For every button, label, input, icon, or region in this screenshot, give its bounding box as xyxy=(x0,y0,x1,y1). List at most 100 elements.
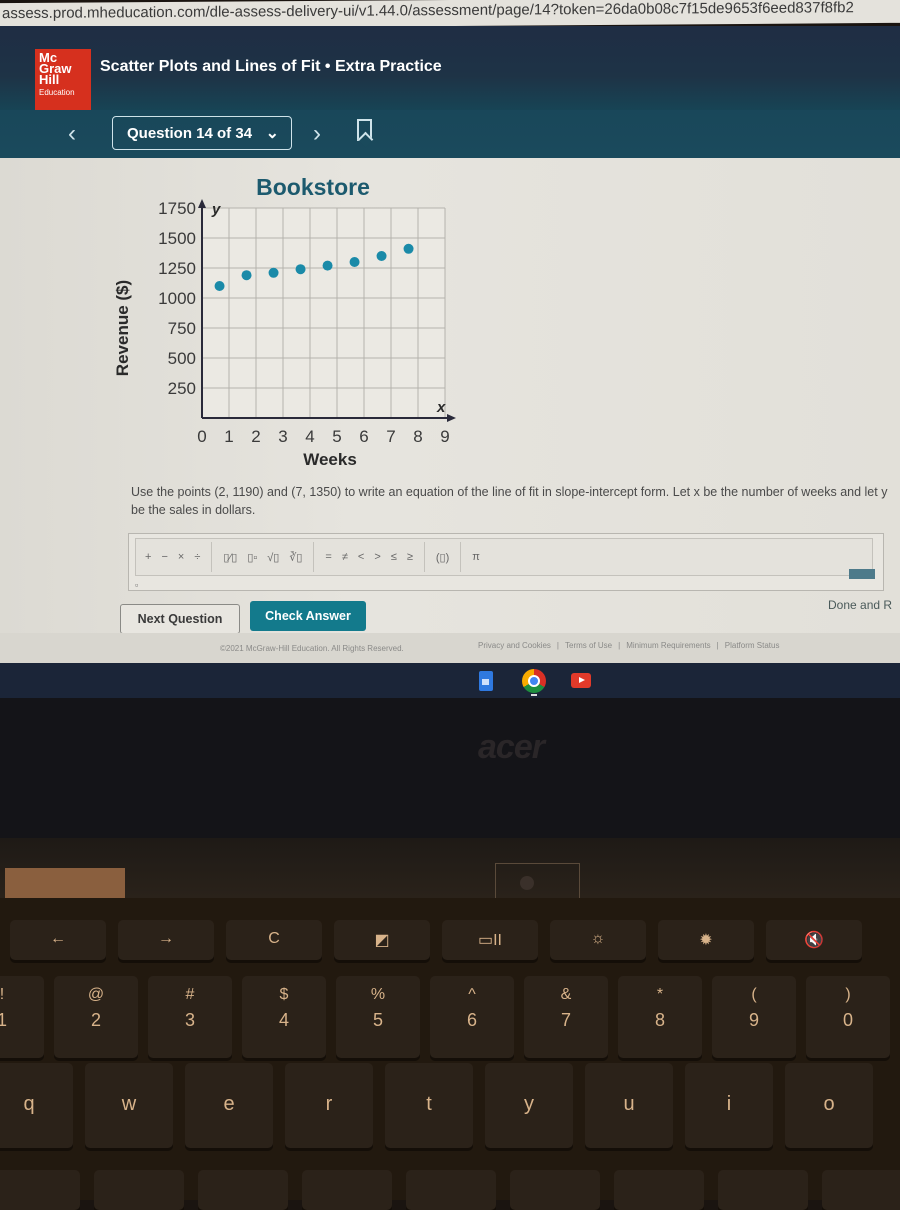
logo-line: Education xyxy=(39,88,75,97)
toolbar-divider xyxy=(460,542,462,572)
bookstore-scatter-chart: Bookstore Revenue ($) Weeks y x 012345678… xyxy=(113,174,456,469)
x-axis-arrow xyxy=(447,414,456,422)
docs-icon[interactable] xyxy=(479,671,493,691)
letter-key[interactable] xyxy=(510,1170,600,1210)
function-key[interactable]: ◩ xyxy=(334,920,430,960)
key-shift-glyph: $ xyxy=(279,986,289,1003)
number-key[interactable]: & 7 xyxy=(524,976,608,1058)
letter-key[interactable] xyxy=(822,1170,900,1210)
math-symbol-button[interactable]: ∛▯ xyxy=(284,551,307,564)
letter-key[interactable]: t xyxy=(385,1063,473,1148)
os-shelf xyxy=(0,663,900,698)
footer-link-privacy[interactable]: Privacy and Cookies xyxy=(478,641,551,650)
x-tick-label: 3 xyxy=(278,427,287,446)
answer-input[interactable]: ▫ xyxy=(135,580,138,590)
key-glyph: ← xyxy=(50,930,66,947)
key-glyph: r xyxy=(325,1093,333,1115)
math-symbol-button[interactable]: ≠ xyxy=(337,551,353,563)
key-shift-glyph: @ xyxy=(87,986,105,1003)
letter-key[interactable]: i xyxy=(685,1063,773,1148)
function-key[interactable]: → xyxy=(118,920,214,960)
number-key[interactable]: $4 xyxy=(242,976,326,1058)
key-shift-glyph: % xyxy=(370,986,386,1003)
letter-key[interactable] xyxy=(302,1170,392,1210)
math-symbol-button[interactable]: = xyxy=(320,551,336,563)
letter-key[interactable] xyxy=(198,1170,288,1210)
letter-key[interactable] xyxy=(718,1170,808,1210)
letter-key[interactable]: w xyxy=(85,1063,173,1148)
letter-key[interactable]: e xyxy=(185,1063,273,1148)
math-symbol-button[interactable]: √▯ xyxy=(262,551,284,564)
math-symbol-button[interactable]: ≤ xyxy=(386,551,402,563)
math-symbol-button[interactable]: > xyxy=(369,551,385,563)
math-symbol-button[interactable]: × xyxy=(173,551,189,563)
letter-key[interactable] xyxy=(406,1170,496,1210)
function-key[interactable]: ← xyxy=(10,920,106,960)
footer-link-requirements[interactable]: Minimum Requirements xyxy=(626,641,710,650)
done-button[interactable]: Done and R xyxy=(828,598,892,612)
youtube-icon[interactable] xyxy=(571,673,591,688)
number-key[interactable]: ! 1 xyxy=(0,976,44,1058)
function-key[interactable]: ✹ xyxy=(658,920,754,960)
next-question-icon[interactable]: › xyxy=(313,120,321,148)
math-symbol-button[interactable]: < xyxy=(353,551,369,563)
chrome-icon[interactable] xyxy=(522,669,546,693)
function-key[interactable]: ▭II xyxy=(442,920,538,960)
footer-link-status[interactable]: Platform Status xyxy=(725,641,780,650)
toolbar-divider xyxy=(423,542,425,572)
check-answer-button[interactable]: Check Answer xyxy=(250,601,366,631)
answer-input-area[interactable]: + − × ÷ ▯⁄▯ ▯▫ √▯ ∛▯ = ≠ < > ≤ ≥ (▯) π ▫ xyxy=(128,533,884,591)
math-symbol-button[interactable]: ÷ xyxy=(189,551,205,563)
letter-key[interactable]: y xyxy=(485,1063,573,1148)
data-point xyxy=(268,267,279,278)
footer-links: Privacy and Cookies | Terms of Use | Minim… xyxy=(478,641,779,650)
y-tick-label: 500 xyxy=(168,349,196,368)
function-key[interactable]: ☼ xyxy=(550,920,646,960)
bookmark-icon[interactable] xyxy=(357,119,372,141)
math-symbol-button[interactable]: ▯⁄▯ xyxy=(218,551,242,564)
browser-url-bar[interactable]: assess.prod.mheducation.com/dle-assess-d… xyxy=(0,0,900,30)
letter-key[interactable] xyxy=(0,1170,80,1210)
x-tick-label: 8 xyxy=(413,427,422,446)
math-symbol-button[interactable]: ▯▫ xyxy=(242,551,262,564)
prev-question-icon[interactable]: ‹ xyxy=(68,120,76,148)
key-glyph: ✹ xyxy=(699,932,713,949)
number-key[interactable]: @2 xyxy=(54,976,138,1058)
number-key[interactable]: * 8 xyxy=(618,976,702,1058)
question-selector-label: Question 14 of 34 xyxy=(127,125,253,142)
assignment-title: Scatter Plots and Lines of Fit • Extra P… xyxy=(100,58,442,75)
laptop-hinge xyxy=(0,838,900,898)
math-symbol-button[interactable]: π xyxy=(467,551,485,563)
letter-key[interactable]: q xyxy=(0,1063,73,1148)
letter-key[interactable]: o xyxy=(785,1063,873,1148)
key-glyph: o xyxy=(823,1093,835,1115)
number-key[interactable]: % 5 xyxy=(336,976,420,1058)
question-selector[interactable]: Question 14 of 34 ⌄ xyxy=(112,116,292,150)
toolbar-collapse-handle[interactable] xyxy=(849,569,875,579)
math-symbol-button[interactable]: − xyxy=(156,551,172,563)
number-key[interactable]: (9 xyxy=(712,976,796,1058)
key-shift-glyph: # xyxy=(185,986,195,1003)
number-key[interactable]: ) 0 xyxy=(806,976,890,1058)
divider: | xyxy=(556,641,559,650)
next-question-button[interactable]: Next Question xyxy=(120,604,240,634)
app-header: Mc Graw Hill Education Scatter Plots and… xyxy=(0,26,900,129)
letter-key[interactable] xyxy=(614,1170,704,1210)
letter-key[interactable] xyxy=(94,1170,184,1210)
function-key[interactable]: C xyxy=(226,920,322,960)
math-symbol-button[interactable]: ≥ xyxy=(402,551,418,563)
key-glyph: C xyxy=(268,930,280,947)
key-glyph: 4 xyxy=(278,1010,289,1030)
number-key[interactable]: ^ 6 xyxy=(430,976,514,1058)
function-key[interactable]: 🔇 xyxy=(766,920,862,960)
logo-line: Hill xyxy=(39,72,60,87)
data-point xyxy=(295,264,306,275)
key-glyph: 🔇 xyxy=(804,932,824,949)
math-symbol-button[interactable]: (▯) xyxy=(431,551,454,564)
plot-area xyxy=(202,208,445,418)
math-symbol-button[interactable]: + xyxy=(140,551,156,563)
letter-key[interactable]: r xyxy=(285,1063,373,1148)
footer-link-terms[interactable]: Terms of Use xyxy=(565,641,612,650)
number-key[interactable]: #3 xyxy=(148,976,232,1058)
letter-key[interactable]: u xyxy=(585,1063,673,1148)
